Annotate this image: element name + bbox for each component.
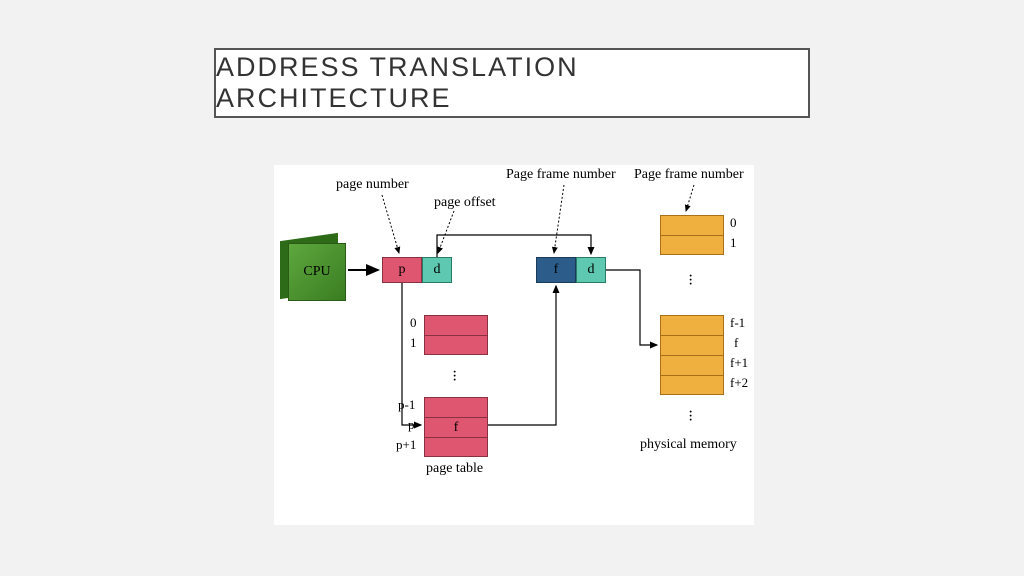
label-page-offset: page offset — [434, 195, 496, 211]
cpu-label: CPU — [303, 264, 330, 280]
title-box: ADDRESS TRANSLATION ARCHITECTURE — [214, 48, 810, 118]
page-table-top-block — [424, 315, 488, 355]
physical-offset-cell: d — [576, 257, 606, 283]
pm-index-1: 1 — [730, 235, 737, 251]
physical-d-text: d — [588, 262, 595, 278]
logical-d-text: d — [434, 262, 441, 278]
pm-vdots-1: ··· — [688, 275, 693, 287]
pt-index-0: 0 — [410, 315, 417, 331]
pt-index-pm1: p-1 — [398, 397, 415, 413]
page-table-bottom-block: f — [424, 397, 488, 457]
diagram-area: CPU p d f d page number page offset Page… — [274, 165, 754, 525]
pt-index-p: p — [408, 417, 415, 433]
label-page-frame-number-2: Page frame number — [634, 167, 744, 183]
pm-index-fp1: f+1 — [730, 355, 748, 371]
frame-number-cell: f — [536, 257, 576, 283]
pt-vdots-1: ··· — [452, 371, 457, 383]
pt-index-1: 1 — [410, 335, 417, 351]
label-page-number: page number — [336, 177, 409, 193]
logical-page-number-cell: p — [382, 257, 422, 283]
physical-memory-top-block — [660, 215, 724, 255]
pm-index-fp2: f+2 — [730, 375, 748, 391]
page-table-entry-f: f — [425, 420, 487, 436]
pm-index-f: f — [734, 335, 738, 351]
label-physical-memory: physical memory — [640, 437, 737, 453]
pm-index-0: 0 — [730, 215, 737, 231]
logical-p-text: p — [399, 262, 406, 278]
cpu-block: CPU — [288, 243, 346, 301]
page-title: ADDRESS TRANSLATION ARCHITECTURE — [216, 52, 808, 114]
pm-index-fm1: f-1 — [730, 315, 745, 331]
physical-memory-mid-block — [660, 315, 724, 395]
physical-f-text: f — [554, 262, 559, 278]
pt-index-pp1: p+1 — [396, 437, 416, 453]
pm-vdots-2: ··· — [688, 411, 693, 423]
logical-offset-cell: d — [422, 257, 452, 283]
label-page-table: page table — [426, 461, 483, 477]
label-page-frame-number-1: Page frame number — [506, 167, 616, 183]
